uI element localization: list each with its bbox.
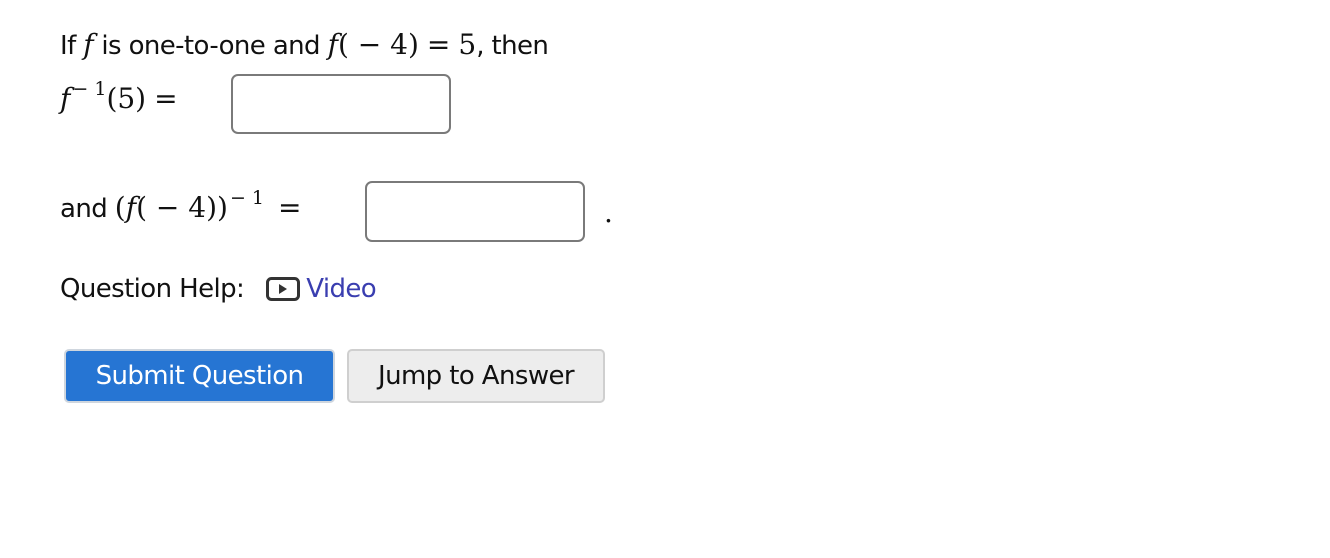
math-equals: = (426, 28, 451, 61)
math-f-function: f (125, 191, 137, 224)
math-exponent: − 1 (229, 187, 265, 209)
question-text-prefix: If (60, 31, 84, 61)
math-equals: = (154, 82, 178, 115)
math-argument: ( − 4)) (136, 191, 228, 224)
math-f-function: f (327, 28, 338, 61)
submit-question-button[interactable]: Submit Question (64, 349, 335, 403)
math-argument: ( − 4) (337, 28, 419, 61)
jump-to-answer-button[interactable]: Jump to Answer (347, 349, 605, 403)
answer-input-reciprocal[interactable] (365, 181, 585, 242)
math-open-paren: ( (114, 191, 126, 224)
video-play-icon (266, 277, 301, 301)
math-f-inverse: f (60, 82, 71, 115)
video-link-label: Video (306, 274, 377, 304)
question-line-2: f − 1(5) = (60, 78, 186, 115)
question-help-label: Question Help: (60, 274, 245, 304)
question-text-mid: is one-to-one and (93, 31, 328, 61)
answer-input-f-inverse[interactable] (231, 74, 451, 134)
question-text-suffix: , then (476, 31, 549, 61)
sentence-period: . (604, 196, 613, 229)
question-help: Question Help: Video (60, 274, 377, 304)
math-argument: (5) (106, 82, 147, 115)
question-line-1: If f is one-to-one and f( − 4) = 5, then (60, 28, 549, 61)
question-text-and: and (60, 194, 115, 224)
math-exponent: − 1 (72, 78, 107, 100)
math-value: 5 (458, 28, 477, 61)
video-help-link[interactable]: Video (266, 274, 377, 304)
question-line-3: and (f( − 4)) − 1 = (60, 187, 309, 224)
math-equals: = (278, 191, 302, 224)
math-f-variable: f (83, 28, 94, 61)
